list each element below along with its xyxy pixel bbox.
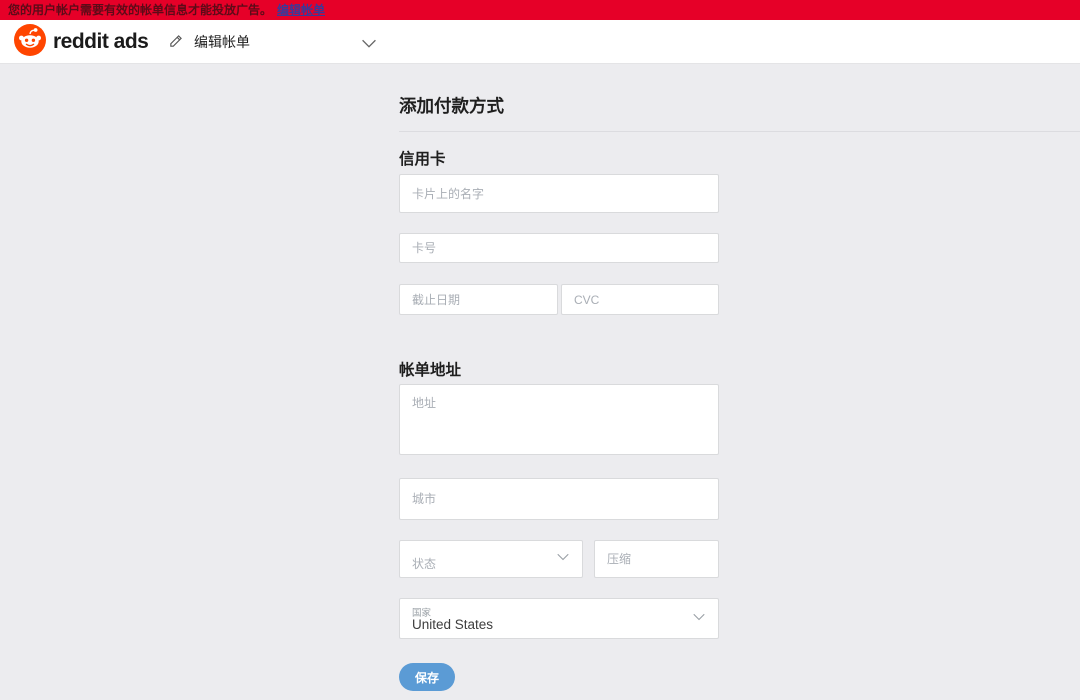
address-textarea[interactable]: [399, 384, 719, 455]
zip-input[interactable]: [594, 540, 719, 578]
state-select-placeholder: 状态: [412, 555, 436, 572]
card-cvc-input[interactable]: [561, 284, 719, 315]
brand-wordmark: reddit ads: [53, 30, 148, 54]
nav-edit-billing-label: 编辑帐单: [194, 32, 250, 52]
card-number-input[interactable]: [399, 233, 719, 263]
reddit-snoo-icon: [14, 24, 46, 61]
page-title: 添加付款方式: [399, 93, 504, 118]
card-expiry-input[interactable]: [399, 284, 558, 315]
country-chevron-down-icon: [690, 607, 708, 630]
credit-card-heading: 信用卡: [399, 147, 446, 169]
state-select[interactable]: 状态: [399, 540, 583, 578]
nav-edit-billing[interactable]: 编辑帐单: [168, 20, 250, 64]
card-name-input[interactable]: [399, 174, 719, 213]
notification-banner: 您的用户帐户需要有效的帐单信息才能投放广告。编辑帐单: [0, 0, 1080, 20]
state-chevron-down-icon: [554, 548, 572, 571]
banner-message: 您的用户帐户需要有效的帐单信息才能投放广告。: [8, 3, 272, 17]
city-input[interactable]: [399, 478, 719, 520]
top-header: reddit ads 编辑帐单: [0, 20, 1080, 64]
country-select[interactable]: 国家 United States: [399, 598, 719, 639]
title-divider: [399, 131, 1080, 132]
banner-edit-billing-link[interactable]: 编辑帐单: [277, 3, 325, 17]
billing-address-heading: 帐单地址: [399, 358, 461, 380]
save-button[interactable]: 保存: [399, 663, 455, 691]
country-select-value: United States: [412, 617, 493, 632]
reddit-ads-billing-page: 您的用户帐户需要有效的帐单信息才能投放广告。编辑帐单 reddit ads: [0, 0, 1080, 700]
pencil-icon: [168, 32, 185, 52]
reddit-logo[interactable]: reddit ads: [14, 26, 148, 58]
header-chevron-down-icon[interactable]: [358, 32, 380, 59]
